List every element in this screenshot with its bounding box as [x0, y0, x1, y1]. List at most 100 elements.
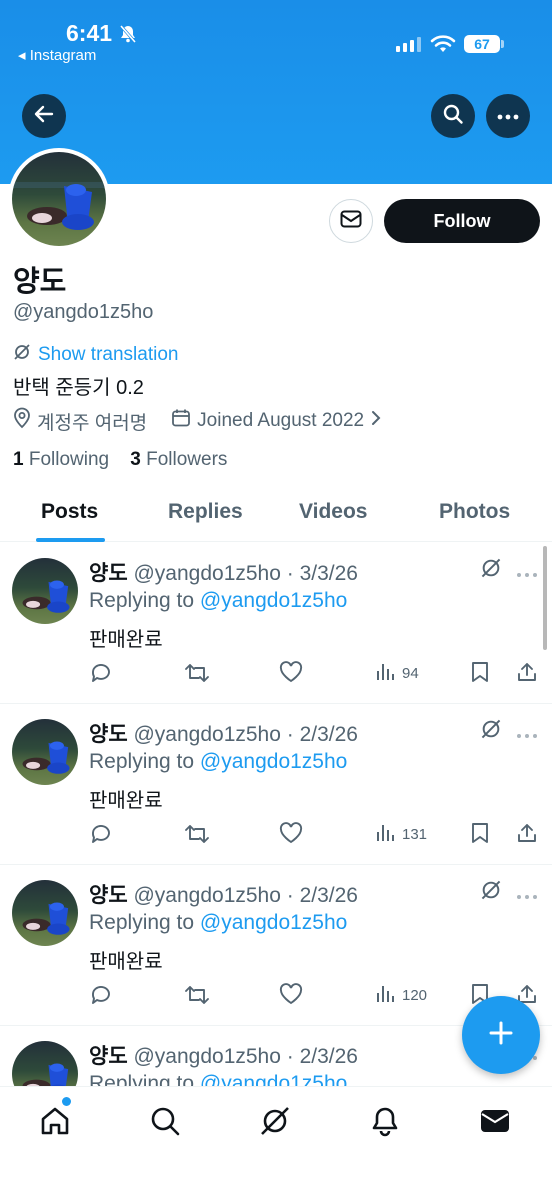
search-icon	[149, 1105, 181, 1142]
grok-icon	[13, 343, 31, 367]
views-button[interactable]: 120	[376, 983, 427, 1007]
mute-bell-icon	[118, 24, 138, 49]
bell-icon	[369, 1105, 401, 1142]
replying-to-label: Replying to	[89, 589, 200, 612]
nav-grok[interactable]	[255, 1103, 295, 1143]
post-meta: @yangdo1z5ho · 2/3/26	[133, 1045, 358, 1068]
nav-messages[interactable]	[475, 1103, 515, 1143]
envelope-icon	[340, 210, 362, 233]
retweet-button[interactable]	[184, 661, 210, 689]
back-to-instagram-link[interactable]: ◂ Instagram	[18, 46, 96, 64]
bookmark-button[interactable]	[470, 661, 490, 687]
status-time: 6:41	[66, 20, 113, 46]
retweet-button[interactable]	[184, 822, 210, 850]
chevron-right-icon[interactable]	[370, 410, 382, 432]
post-header: 양도 @yangdo1z5ho · 2/3/26	[89, 879, 358, 909]
post-avatar[interactable]	[12, 719, 78, 785]
bookmark-button[interactable]	[470, 822, 490, 848]
tab-replies[interactable]: Replies	[168, 500, 243, 524]
calendar-icon	[171, 408, 191, 434]
followers-label: Followers	[146, 449, 228, 470]
share-button[interactable]	[516, 661, 538, 687]
profile-avatar[interactable]	[8, 148, 110, 250]
back-button[interactable]	[22, 94, 66, 138]
more-icon[interactable]	[516, 565, 538, 583]
nav-search[interactable]	[145, 1103, 185, 1143]
tab-posts[interactable]: Posts	[41, 500, 98, 524]
post-header: 양도 @yangdo1z5ho · 2/3/26	[89, 718, 358, 748]
bookmark-icon	[470, 822, 490, 848]
compose-button[interactable]	[462, 996, 540, 1074]
like-button[interactable]	[279, 661, 303, 687]
more-options-button[interactable]	[486, 94, 530, 138]
avatar-photo	[12, 719, 78, 785]
grok-icon[interactable]	[480, 879, 502, 906]
location-pin-icon	[13, 407, 31, 435]
home-notification-dot	[62, 1097, 71, 1106]
post-item[interactable]: 양도 @yangdo1z5ho · 3/3/26 Replying to @ya…	[0, 543, 552, 704]
profile-tabs: Posts Replies Videos Photos	[0, 490, 552, 542]
signal-icon	[396, 36, 422, 57]
grok-icon[interactable]	[480, 718, 502, 745]
show-translation-label: Show translation	[38, 344, 179, 365]
more-icon[interactable]	[516, 726, 538, 744]
post-text: 판매완료	[89, 790, 163, 812]
show-translation-link[interactable]: Show translation	[13, 343, 178, 367]
follow-counts: 1 Following 3 Followers	[13, 449, 227, 471]
profile-bio: 반택 준등기 0.2	[13, 377, 144, 399]
post-author-name[interactable]: 양도	[89, 562, 128, 585]
nav-home[interactable]	[35, 1103, 75, 1143]
post-author-name[interactable]: 양도	[89, 1045, 128, 1068]
scrollbar[interactable]	[543, 546, 547, 650]
profile-name: 양도	[13, 266, 67, 298]
replying-to-handle[interactable]: @yangdo1z5ho	[200, 589, 347, 612]
battery-tip	[501, 40, 504, 48]
post-item[interactable]: 양도 @yangdo1z5ho · 2/3/26 Replying to @ya…	[0, 704, 552, 865]
retweet-icon	[184, 983, 210, 1011]
retweet-button[interactable]	[184, 983, 210, 1011]
post-avatar[interactable]	[12, 558, 78, 624]
share-icon	[516, 822, 538, 848]
views-icon	[376, 661, 396, 685]
post-author-name[interactable]: 양도	[89, 723, 128, 746]
like-button[interactable]	[279, 822, 303, 848]
nav-notifications[interactable]	[365, 1103, 405, 1143]
followers-link[interactable]: 3 Followers	[130, 449, 227, 470]
views-count: 94	[402, 664, 419, 682]
views-count: 120	[402, 986, 428, 1004]
views-button[interactable]: 131	[376, 822, 427, 846]
retweet-icon	[184, 822, 210, 850]
share-button[interactable]	[516, 822, 538, 848]
following-link[interactable]: 1 Following	[13, 449, 109, 470]
replying-to: Replying to @yangdo1z5ho	[89, 750, 347, 774]
post-meta: @yangdo1z5ho · 2/3/26	[133, 884, 358, 907]
replying-to: Replying to @yangdo1z5ho	[89, 589, 347, 613]
avatar-photo	[12, 152, 106, 246]
following-count: 1	[13, 449, 24, 470]
post-avatar[interactable]	[12, 880, 78, 946]
views-icon	[376, 822, 396, 846]
reply-button[interactable]	[89, 983, 113, 1011]
profile-handle: @yangdo1z5ho	[13, 301, 154, 323]
tab-videos[interactable]: Videos	[299, 500, 367, 524]
post-item[interactable]: 양도 @yangdo1z5ho · 2/3/26 Replying to @ya…	[0, 865, 552, 1026]
reply-button[interactable]	[89, 822, 113, 850]
message-button[interactable]	[329, 199, 373, 243]
post-meta: @yangdo1z5ho · 3/3/26	[133, 562, 358, 585]
post-author-name[interactable]: 양도	[89, 884, 128, 907]
post-header: 양도 @yangdo1z5ho · 3/3/26	[89, 557, 358, 587]
search-button[interactable]	[431, 94, 475, 138]
replying-to-handle[interactable]: @yangdo1z5ho	[200, 750, 347, 773]
status-bar: 6:41 ◂ Instagram 67	[0, 0, 552, 80]
views-button[interactable]: 94	[376, 661, 419, 685]
share-icon	[516, 661, 538, 687]
like-button[interactable]	[279, 983, 303, 1009]
reply-button[interactable]	[89, 661, 113, 689]
more-icon[interactable]	[516, 887, 538, 905]
active-tab-indicator	[36, 538, 105, 542]
tab-photos[interactable]: Photos	[439, 500, 510, 524]
grok-icon[interactable]	[480, 557, 502, 584]
follow-button[interactable]: Follow	[384, 199, 540, 243]
replying-to-label: Replying to	[89, 911, 200, 934]
replying-to-handle[interactable]: @yangdo1z5ho	[200, 911, 347, 934]
